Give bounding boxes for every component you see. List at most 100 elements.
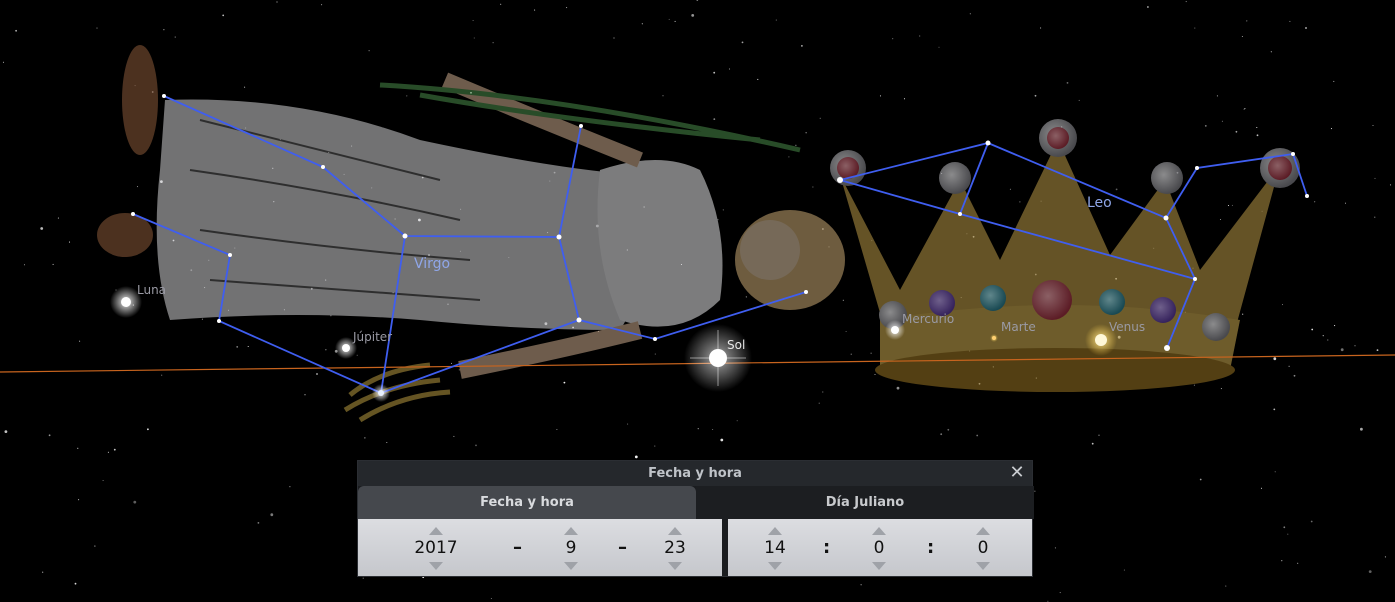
- background-star: [641, 23, 643, 25]
- background-star: [174, 36, 176, 38]
- background-star: [475, 444, 477, 447]
- background-star: [691, 14, 695, 17]
- background-star: [712, 428, 714, 431]
- background-star: [1185, 1, 1187, 3]
- background-star: [1376, 349, 1379, 351]
- background-star: [1333, 80, 1335, 82]
- background-star: [1344, 202, 1347, 204]
- second-decrement-arrow-icon[interactable]: [976, 562, 990, 570]
- background-star: [940, 433, 943, 436]
- background-star: [801, 45, 803, 47]
- background-star: [236, 346, 239, 348]
- day-increment-arrow-icon[interactable]: [668, 527, 682, 535]
- background-star: [1194, 27, 1196, 29]
- background-star: [788, 156, 790, 158]
- second-increment-arrow-icon[interactable]: [976, 527, 990, 535]
- tab-dia-juliano[interactable]: Día Juliano: [696, 486, 1034, 519]
- background-star: [364, 437, 366, 439]
- date-separator: –: [513, 537, 522, 558]
- mars-marker[interactable]: [990, 334, 998, 342]
- background-star: [627, 423, 629, 425]
- background-star: [822, 391, 824, 393]
- background-star: [1019, 201, 1021, 203]
- day-value[interactable]: 23: [647, 538, 703, 558]
- background-star: [492, 42, 494, 44]
- background-star: [304, 394, 306, 396]
- background-star: [805, 132, 807, 134]
- year-decrement-arrow-icon[interactable]: [429, 562, 443, 570]
- background-star: [654, 353, 656, 355]
- year-value[interactable]: 2017: [408, 538, 464, 558]
- background-star: [57, 217, 59, 219]
- background-star: [1281, 560, 1283, 562]
- background-star: [563, 381, 566, 384]
- background-star: [879, 95, 882, 97]
- dialog-title[interactable]: Fecha y hora: [358, 461, 1032, 486]
- planet-label-venus: Venus: [1109, 320, 1146, 334]
- background-star: [1283, 526, 1286, 529]
- second-value[interactable]: 0: [955, 538, 1011, 558]
- background-star: [147, 428, 149, 431]
- tab-fecha-y-hora[interactable]: Fecha y hora: [358, 486, 696, 519]
- background-star: [1256, 134, 1259, 137]
- month-increment-arrow-icon[interactable]: [564, 527, 578, 535]
- background-star: [1193, 384, 1195, 386]
- background-star: [1123, 569, 1125, 571]
- month-value[interactable]: 9: [543, 538, 599, 558]
- background-star: [74, 582, 77, 585]
- background-star: [668, 18, 670, 20]
- hour-value[interactable]: 14: [747, 538, 803, 558]
- background-star: [1327, 339, 1329, 341]
- background-star: [386, 441, 388, 444]
- background-star: [52, 263, 54, 265]
- background-star: [1260, 487, 1263, 489]
- background-star: [1311, 328, 1314, 331]
- time-separator: :: [927, 537, 935, 558]
- background-star: [325, 349, 327, 351]
- background-star: [903, 98, 906, 100]
- minute-decrement-arrow-icon[interactable]: [872, 562, 886, 570]
- month-decrement-arrow-icon[interactable]: [564, 562, 578, 570]
- background-star: [842, 299, 844, 301]
- minute-increment-arrow-icon[interactable]: [872, 527, 886, 535]
- background-star: [107, 451, 109, 453]
- background-star: [534, 9, 536, 11]
- background-star: [96, 27, 98, 29]
- background-star: [1216, 95, 1218, 97]
- background-star: [1059, 592, 1061, 594]
- background-star: [473, 37, 475, 39]
- background-star: [1287, 533, 1289, 535]
- background-star: [453, 435, 455, 437]
- hour-decrement-arrow-icon[interactable]: [768, 562, 782, 570]
- background-star: [257, 522, 260, 524]
- background-star: [321, 4, 323, 6]
- time-panel: 14 : 0 : 0: [728, 519, 1032, 576]
- year-increment-arrow-icon[interactable]: [429, 527, 443, 535]
- background-star: [697, 428, 699, 430]
- background-star: [1288, 365, 1290, 367]
- background-star: [1273, 408, 1276, 411]
- time-separator: :: [823, 537, 831, 558]
- background-star: [1241, 35, 1243, 38]
- background-star: [1204, 125, 1207, 127]
- background-star: [1034, 94, 1037, 97]
- background-star: [1314, 201, 1316, 203]
- background-star: [1322, 335, 1324, 337]
- hour-increment-arrow-icon[interactable]: [768, 527, 782, 535]
- background-star: [79, 340, 81, 342]
- background-star: [556, 428, 558, 431]
- background-star: [1389, 184, 1392, 186]
- background-star: [276, 1, 278, 3]
- minute-value[interactable]: 0: [851, 538, 907, 558]
- background-star: [1360, 427, 1363, 431]
- day-decrement-arrow-icon[interactable]: [668, 562, 682, 570]
- background-star: [368, 50, 370, 52]
- background-star: [42, 571, 44, 573]
- background-star: [845, 330, 847, 333]
- sun-marker[interactable]: [684, 324, 752, 392]
- close-icon[interactable]: ✕: [1006, 462, 1028, 484]
- background-star: [201, 318, 203, 320]
- background-star: [696, 0, 699, 1]
- background-star: [1244, 108, 1246, 110]
- background-star: [247, 345, 249, 348]
